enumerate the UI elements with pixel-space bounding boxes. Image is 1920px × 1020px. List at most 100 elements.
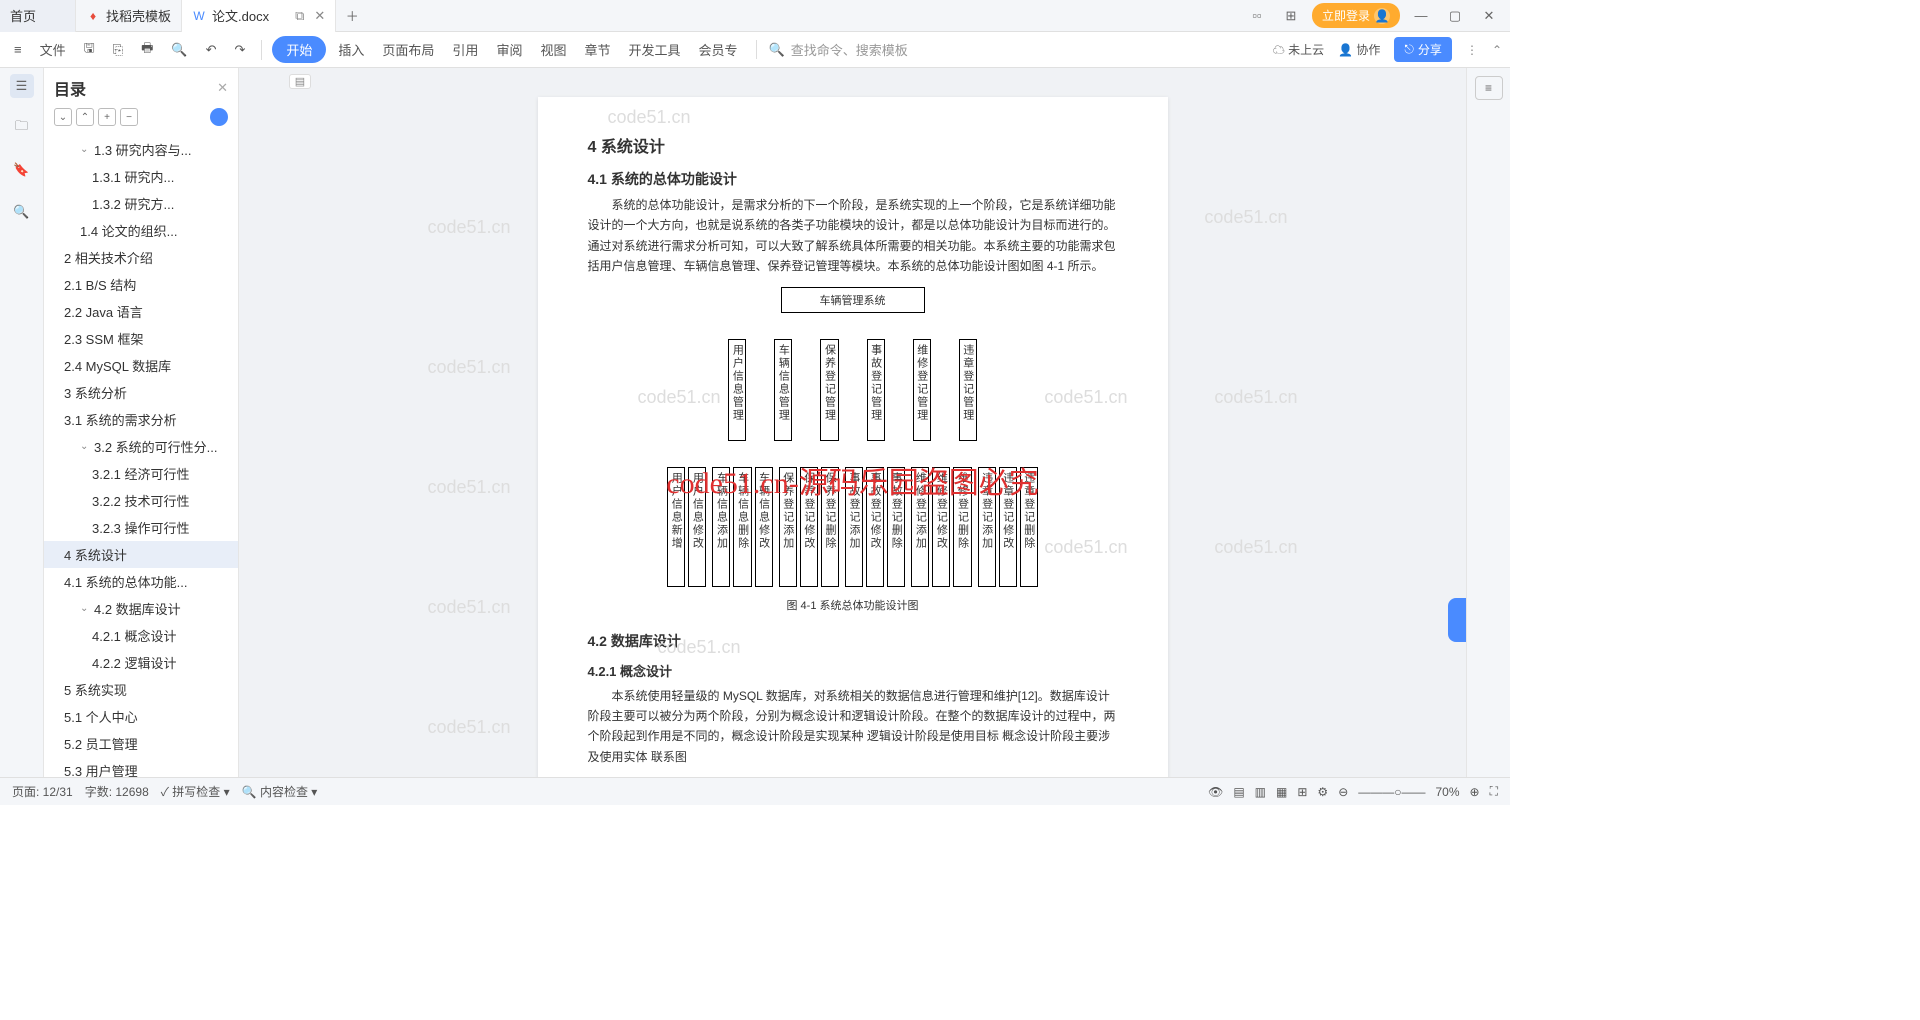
document-area[interactable]: ▤ code51.cn code51.cn code51.cn code51.c… (239, 68, 1466, 777)
bookmark-icon[interactable]: 🔖 (10, 158, 34, 182)
apps-icon[interactable]: ⊞ (1278, 3, 1304, 29)
tab-ref[interactable]: 引用 (446, 36, 484, 63)
toc-item[interactable]: 2.2 Java 语言 (44, 298, 238, 325)
page: code51.cn code51.cn code51.cn code51.cn … (538, 97, 1168, 777)
tab-chapter[interactable]: 章节 (578, 36, 616, 63)
tab-member[interactable]: 会员专 (693, 36, 744, 63)
tab-start[interactable]: 开始 (272, 36, 326, 63)
layout-icon[interactable]: ▫▫ (1244, 3, 1270, 29)
tab-insert[interactable]: 插入 (332, 36, 370, 63)
collapse-icon[interactable]: ⌄ (54, 108, 72, 126)
view2-icon[interactable]: ▥ (1255, 785, 1266, 799)
left-rail: ☰ 🗀 🔖 🔍 (0, 68, 44, 777)
expand-icon[interactable]: ⌃ (76, 108, 94, 126)
tab-home[interactable]: 首页 (0, 0, 76, 32)
print-icon[interactable]: 🖶 (135, 35, 159, 65)
toc-item[interactable]: 1.3.2 研究方... (44, 190, 238, 217)
remove-icon[interactable]: − (120, 108, 138, 126)
toc-item[interactable]: 4.2.1 概念设计 (44, 622, 238, 649)
toc-item[interactable]: 5.2 员工管理 (44, 730, 238, 757)
tab-doc[interactable]: W论文.docx⧉✕ (182, 0, 336, 32)
outline-icon[interactable]: ☰ (10, 74, 34, 98)
fullscreen-icon[interactable]: ⛶ (1490, 784, 1498, 799)
maximize-button[interactable]: ▢ (1442, 3, 1468, 29)
search-box[interactable]: 🔍查找命令、搜索模板 (756, 40, 908, 59)
save-icon[interactable]: 🖫 (78, 35, 101, 65)
zoom-in[interactable]: ⊕ (1470, 785, 1480, 799)
chevron-up-icon[interactable]: ⌃ (1492, 43, 1502, 57)
sync-badge[interactable] (210, 108, 228, 126)
view1-icon[interactable]: ▤ (1233, 785, 1244, 799)
tab-view[interactable]: 视图 (534, 36, 572, 63)
cloud-status[interactable]: ☁ 未上云 (1273, 41, 1324, 58)
page-indicator-icon[interactable]: ▤ (289, 74, 311, 89)
toc-item[interactable]: 4.1 系统的总体功能... (44, 568, 238, 595)
tab-template[interactable]: ♦找稻壳模板 (76, 0, 182, 32)
outline-title: 目录 (54, 76, 86, 100)
user-icon: 👤 (1338, 43, 1353, 57)
close-outline-icon[interactable]: ✕ (217, 80, 228, 96)
panel-toggle-icon[interactable]: ≡ (1475, 76, 1503, 100)
close-tab-icon[interactable]: ✕ (314, 8, 325, 24)
minimize-button[interactable]: — (1408, 3, 1434, 29)
toc-item[interactable]: 1.4 论文的组织... (44, 217, 238, 244)
zoom-level[interactable]: 70% (1436, 785, 1460, 799)
watermark: code51.cn (428, 357, 511, 378)
eye-icon[interactable]: 👁 (1208, 785, 1223, 799)
toc-item[interactable]: 3.2.2 技术可行性 (44, 487, 238, 514)
undo-icon[interactable]: ↶ (200, 38, 223, 62)
watermark: code51.cn (428, 477, 511, 498)
user-icon: 👤 (1374, 8, 1390, 24)
tab-dev[interactable]: 开发工具 (622, 36, 686, 63)
clipboard-icon[interactable]: 🗀 (10, 116, 34, 140)
kebab-icon[interactable]: ⋮ (1466, 43, 1478, 57)
heading-42: 4.2 数据库设计 (588, 631, 1118, 651)
toc-item[interactable]: 2.1 B/S 结构 (44, 271, 238, 298)
hamburger-icon[interactable]: ≡ (8, 38, 28, 61)
toc-item[interactable]: 3.2.3 操作可行性 (44, 514, 238, 541)
toc-item[interactable]: ⌄4.2 数据库设计 (44, 595, 238, 622)
export-icon[interactable]: ⎘ (107, 38, 129, 62)
new-tab-button[interactable]: ＋ (336, 6, 368, 25)
share-button[interactable]: ⎋分享 (1394, 37, 1452, 62)
paragraph: 系统的总体功能设计，是需求分析的下一个阶段，是系统实现的上一个阶段，它是系统详细… (588, 195, 1118, 277)
file-menu[interactable]: 文件 (34, 36, 72, 63)
login-button[interactable]: 立即登录👤 (1312, 3, 1400, 28)
toc-item[interactable]: 2.4 MySQL 数据库 (44, 352, 238, 379)
toc-item[interactable]: 1.3.1 研究内... (44, 163, 238, 190)
word-count[interactable]: 字数: 12698 (85, 783, 149, 800)
collab-button[interactable]: 👤 协作 (1338, 41, 1380, 58)
redo-icon[interactable]: ↷ (228, 38, 251, 62)
heading-4: 4 系统设计 (588, 133, 1118, 157)
view4-icon[interactable]: ⊞ (1297, 785, 1307, 799)
close-button[interactable]: ✕ (1476, 3, 1502, 29)
toc-item[interactable]: 4 系统设计 (44, 541, 238, 568)
toc-item[interactable]: 5.3 用户管理 (44, 757, 238, 777)
add-icon[interactable]: + (98, 108, 116, 126)
status-bar: 页面: 12/31 字数: 12698 ✓ 拼写检查 ▾ 🔍 内容检查 ▾ 👁 … (0, 777, 1510, 805)
toc-item[interactable]: ⌄1.3 研究内容与... (44, 136, 238, 163)
watermark: code51.cn (1214, 537, 1297, 558)
view3-icon[interactable]: ▦ (1276, 785, 1287, 799)
toc-item[interactable]: 4.2.2 逻辑设计 (44, 649, 238, 676)
zoom-slider[interactable]: ———○—— (1358, 785, 1425, 799)
tab-layout[interactable]: 页面布局 (376, 36, 440, 63)
restore-icon[interactable]: ⧉ (295, 8, 304, 24)
toc-item[interactable]: 2.3 SSM 框架 (44, 325, 238, 352)
side-fab[interactable] (1448, 598, 1466, 642)
toc-item[interactable]: 3 系统分析 (44, 379, 238, 406)
toc-item[interactable]: 5 系统实现 (44, 676, 238, 703)
preview-icon[interactable]: 🔍 (165, 38, 193, 62)
toc-item[interactable]: ⌄3.2 系统的可行性分... (44, 433, 238, 460)
toc-item[interactable]: 2 相关技术介绍 (44, 244, 238, 271)
page-count[interactable]: 页面: 12/31 (12, 783, 73, 800)
toc-item[interactable]: 3.1 系统的需求分析 (44, 406, 238, 433)
content-check-button[interactable]: 🔍 内容检查 ▾ (242, 783, 318, 800)
zoom-out[interactable]: ⊖ (1338, 785, 1348, 799)
toc-item[interactable]: 3.2.1 经济可行性 (44, 460, 238, 487)
settings-icon[interactable]: ⚙ (1317, 785, 1328, 799)
tab-review[interactable]: 审阅 (490, 36, 528, 63)
spellcheck-button[interactable]: ✓ 拼写检查 ▾ (161, 783, 230, 800)
search-rail-icon[interactable]: 🔍 (10, 200, 34, 224)
toc-item[interactable]: 5.1 个人中心 (44, 703, 238, 730)
